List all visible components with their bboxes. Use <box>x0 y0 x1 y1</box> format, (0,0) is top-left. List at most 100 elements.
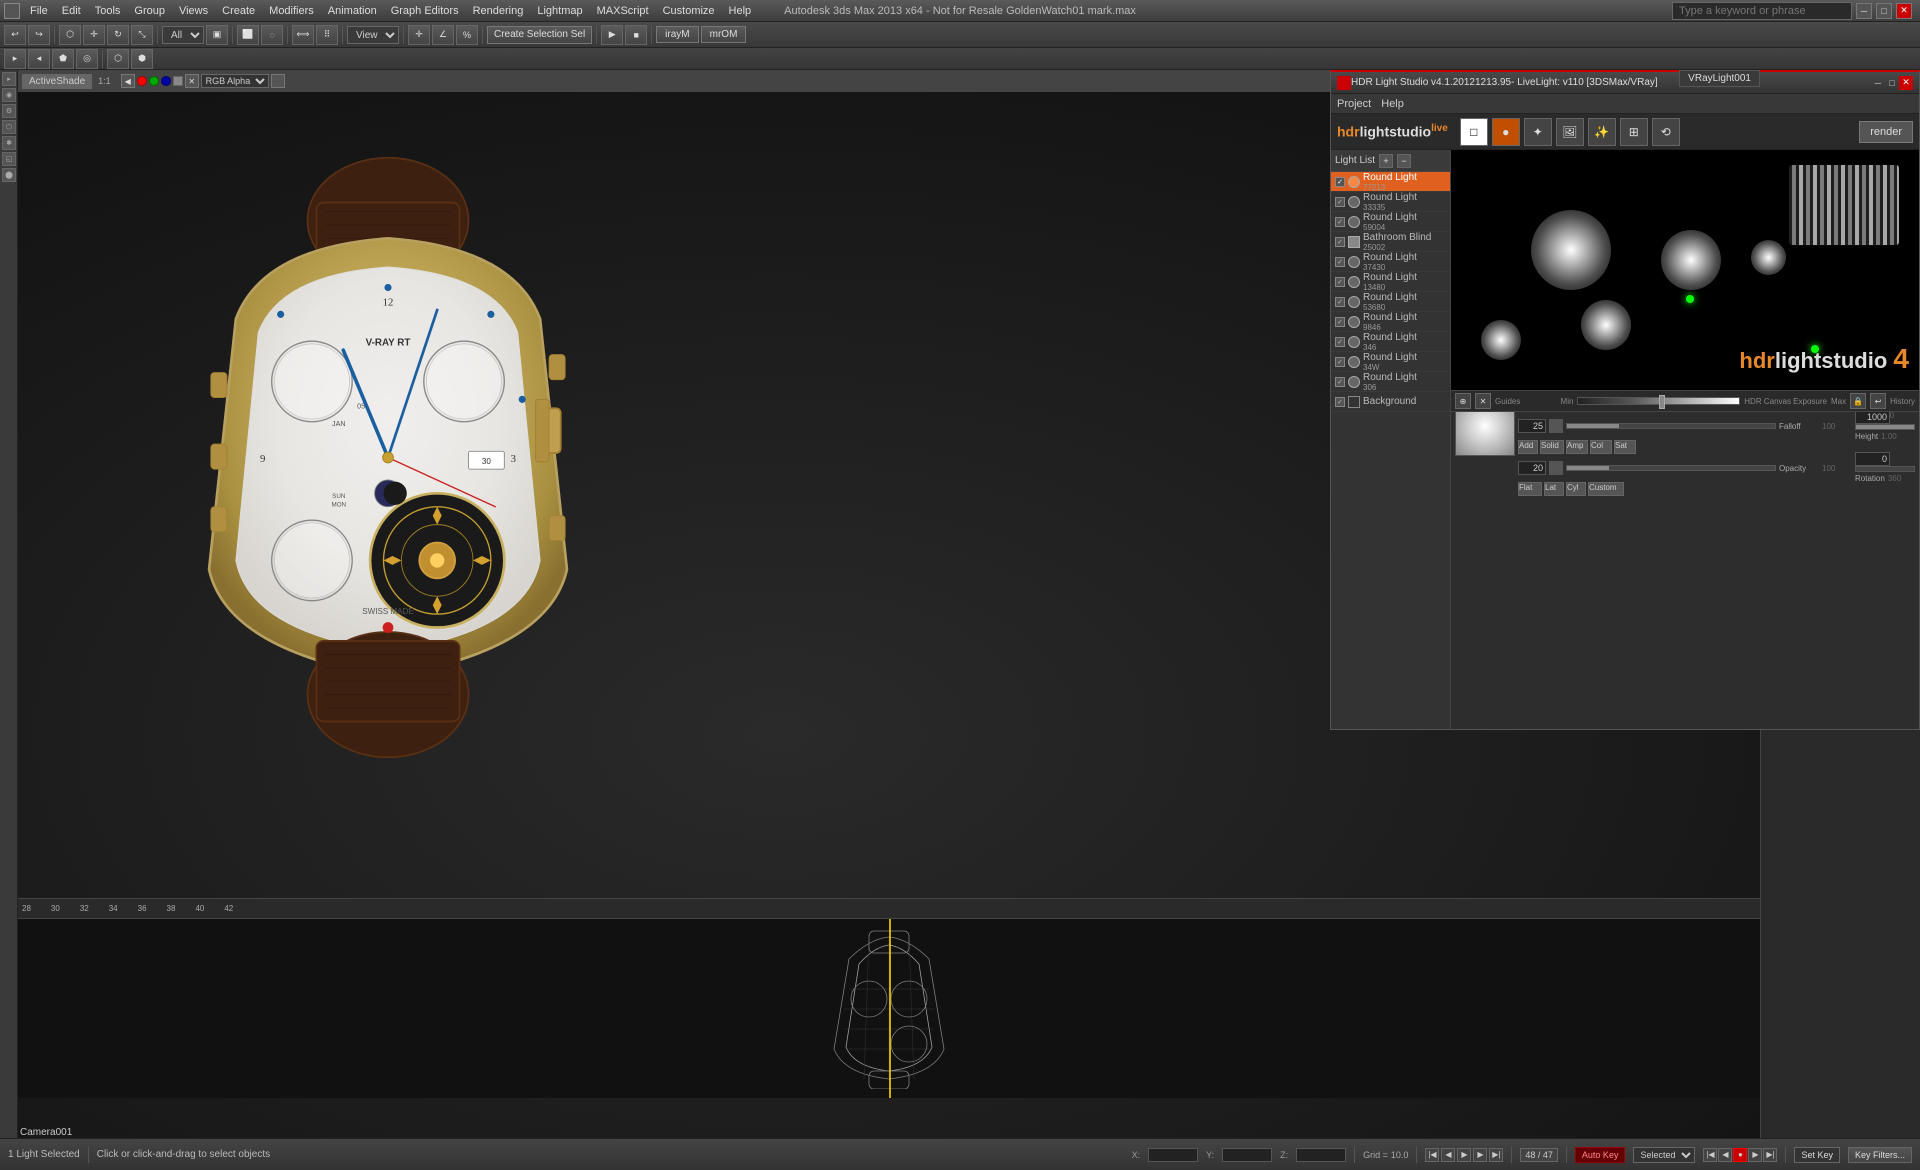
auto-key-btn[interactable]: Auto Key <box>1575 1147 1626 1163</box>
hdr-close-btn[interactable]: ✕ <box>1899 76 1913 90</box>
search-input[interactable] <box>1672 2 1852 20</box>
menu-group[interactable]: Group <box>128 3 171 19</box>
x-input[interactable] <box>1148 1148 1198 1162</box>
hdr-ctrl-btn2[interactable]: ✕ <box>1475 393 1491 409</box>
next-key-btn[interactable]: ▶| <box>1489 1148 1503 1162</box>
hdr-tb-btn3[interactable]: ✦ <box>1524 118 1552 146</box>
sidebar-icon-4[interactable]: ⬡ <box>2 120 16 134</box>
sat-btn[interactable]: Sat <box>1614 440 1636 454</box>
light-cb-0[interactable]: ✓ <box>1335 177 1345 187</box>
light-item-9[interactable]: ✓ Round Light 34W <box>1331 352 1450 372</box>
nav-btn2[interactable]: ◀ <box>1718 1148 1732 1162</box>
stop-btn[interactable]: ■ <box>625 25 647 45</box>
menu-tools[interactable]: Tools <box>89 3 127 19</box>
undo-btn[interactable]: ↩ <box>4 25 26 45</box>
tb2-btn6[interactable]: ⬢ <box>131 49 153 69</box>
menu-views[interactable]: Views <box>173 3 214 19</box>
height-slider[interactable] <box>1855 424 1915 430</box>
rotation-slider[interactable] <box>1855 466 1915 472</box>
hdr-maximize-btn[interactable]: □ <box>1885 76 1899 90</box>
close-icon[interactable]: ✕ <box>1896 3 1912 19</box>
sidebar-icon-7[interactable]: ⬤ <box>2 168 16 182</box>
falloff-slider[interactable] <box>1566 423 1776 429</box>
light-cb-4[interactable]: ✓ <box>1335 257 1345 267</box>
create-selection-btn[interactable]: Create Selection Sel <box>487 26 592 44</box>
light-item-1[interactable]: ✓ Round Light 33335 <box>1331 192 1450 212</box>
light-item-0[interactable]: ✓ Round Light 77213 <box>1331 172 1450 192</box>
lasso-btn[interactable]: ◌ <box>261 25 283 45</box>
rect-select-btn[interactable]: ⬜ <box>237 25 259 45</box>
hdr-menu-help[interactable]: Help <box>1381 98 1404 110</box>
render-btn[interactable]: render <box>1859 121 1913 143</box>
rotation-input[interactable] <box>1855 452 1890 466</box>
tb2-btn1[interactable]: ▸ <box>4 49 26 69</box>
nav-btn1[interactable]: |◀ <box>1703 1148 1717 1162</box>
falloff-input[interactable] <box>1518 419 1546 433</box>
percent-btn[interactable]: % <box>456 25 478 45</box>
redo-btn[interactable]: ↪ <box>28 25 50 45</box>
light-cb-7[interactable]: ✓ <box>1335 317 1345 327</box>
light-cb-8[interactable]: ✓ <box>1335 337 1345 347</box>
sidebar-icon-2[interactable]: ◉ <box>2 88 16 102</box>
play-btn[interactable]: ▶ <box>1457 1148 1471 1162</box>
menu-maxscript[interactable]: MAXScript <box>591 3 655 19</box>
solid-btn[interactable]: Solid <box>1540 440 1564 454</box>
light-list-add[interactable]: + <box>1379 154 1393 168</box>
y-input[interactable] <box>1222 1148 1272 1162</box>
angle-btn[interactable]: ∠ <box>432 25 454 45</box>
scale-btn[interactable]: ⤡ <box>131 25 153 45</box>
light-item-2[interactable]: ✓ Round Light 59004 <box>1331 212 1450 232</box>
minimize-icon[interactable]: ─ <box>1856 3 1872 19</box>
add-btn[interactable]: Add <box>1518 440 1538 454</box>
hdr-tb-btn2[interactable]: ● <box>1492 118 1520 146</box>
hdr-tb-btn4[interactable]: 🖼 <box>1556 118 1584 146</box>
light-cb-3[interactable]: ✓ <box>1335 237 1345 247</box>
hdr-ctrl-btn1[interactable]: ⊕ <box>1455 393 1471 409</box>
light-cb-5[interactable]: ✓ <box>1335 277 1345 287</box>
light-item-bg[interactable]: ✓ Background <box>1331 392 1450 412</box>
cyl-btn[interactable]: Cyl <box>1566 482 1586 496</box>
menu-file[interactable]: File <box>24 3 54 19</box>
hdr-ctrl-lock[interactable]: 🔒 <box>1850 393 1866 409</box>
prev-key-btn[interactable]: |◀ <box>1425 1148 1439 1162</box>
hdr-menu-project[interactable]: Project <box>1337 98 1371 110</box>
light-item-10[interactable]: ✓ Round Light 306 <box>1331 372 1450 392</box>
menu-edit[interactable]: Edit <box>56 3 87 19</box>
sidebar-icon-3[interactable]: ⚙ <box>2 104 16 118</box>
flat-btn[interactable]: Flat <box>1518 482 1542 496</box>
view-dropdown[interactable]: View <box>347 26 399 44</box>
channel-select[interactable]: RGB Alpha <box>201 74 269 88</box>
sidebar-icon-1[interactable]: ▸ <box>2 72 16 86</box>
hdr-ctrl-history[interactable]: ↩ <box>1870 393 1886 409</box>
next-frame-btn[interactable]: ▶ <box>1473 1148 1487 1162</box>
menu-modifiers[interactable]: Modifiers <box>263 3 320 19</box>
light-item-3[interactable]: ✓ Bathroom Blind 25002 <box>1331 232 1450 252</box>
light-cb-10[interactable]: ✓ <box>1335 377 1345 387</box>
hdr-tb-btn5[interactable]: ✨ <box>1588 118 1616 146</box>
falloff-lock[interactable] <box>1549 419 1563 433</box>
menu-animation[interactable]: Animation <box>322 3 383 19</box>
select-btn[interactable]: ⬡ <box>59 25 81 45</box>
light-cb-6[interactable]: ✓ <box>1335 297 1345 307</box>
iray-btn[interactable]: irayM <box>656 26 698 43</box>
sidebar-icon-5[interactable]: ✱ <box>2 136 16 150</box>
opacity-input[interactable] <box>1518 461 1546 475</box>
set-key-btn[interactable]: Set Key <box>1794 1147 1840 1163</box>
selected-dropdown[interactable]: Selected <box>1633 1147 1695 1163</box>
snap-btn[interactable]: ✛ <box>408 25 430 45</box>
key-filters-btn[interactable]: Key Filters... <box>1848 1147 1912 1163</box>
light-item-7[interactable]: ✓ Round Light 9846 <box>1331 312 1450 332</box>
light-cb-1[interactable]: ✓ <box>1335 197 1345 207</box>
menu-customize[interactable]: Customize <box>657 3 721 19</box>
type-dropdown[interactable]: All <box>162 26 204 44</box>
nav-btn4[interactable]: ▶ <box>1748 1148 1762 1162</box>
hdr-tb-btn1[interactable]: □ <box>1460 118 1488 146</box>
light-item-6[interactable]: ✓ Round Light 53680 <box>1331 292 1450 312</box>
move-btn[interactable]: ✛ <box>83 25 105 45</box>
amp-btn[interactable]: Amp <box>1566 440 1588 454</box>
tb2-btn3[interactable]: ⬟ <box>52 49 74 69</box>
menu-create[interactable]: Create <box>216 3 261 19</box>
hdr-minimize-btn[interactable]: ─ <box>1871 76 1885 90</box>
hdr-tb-btn7[interactable]: ⟲ <box>1652 118 1680 146</box>
hdr-tb-btn6[interactable]: ⊞ <box>1620 118 1648 146</box>
